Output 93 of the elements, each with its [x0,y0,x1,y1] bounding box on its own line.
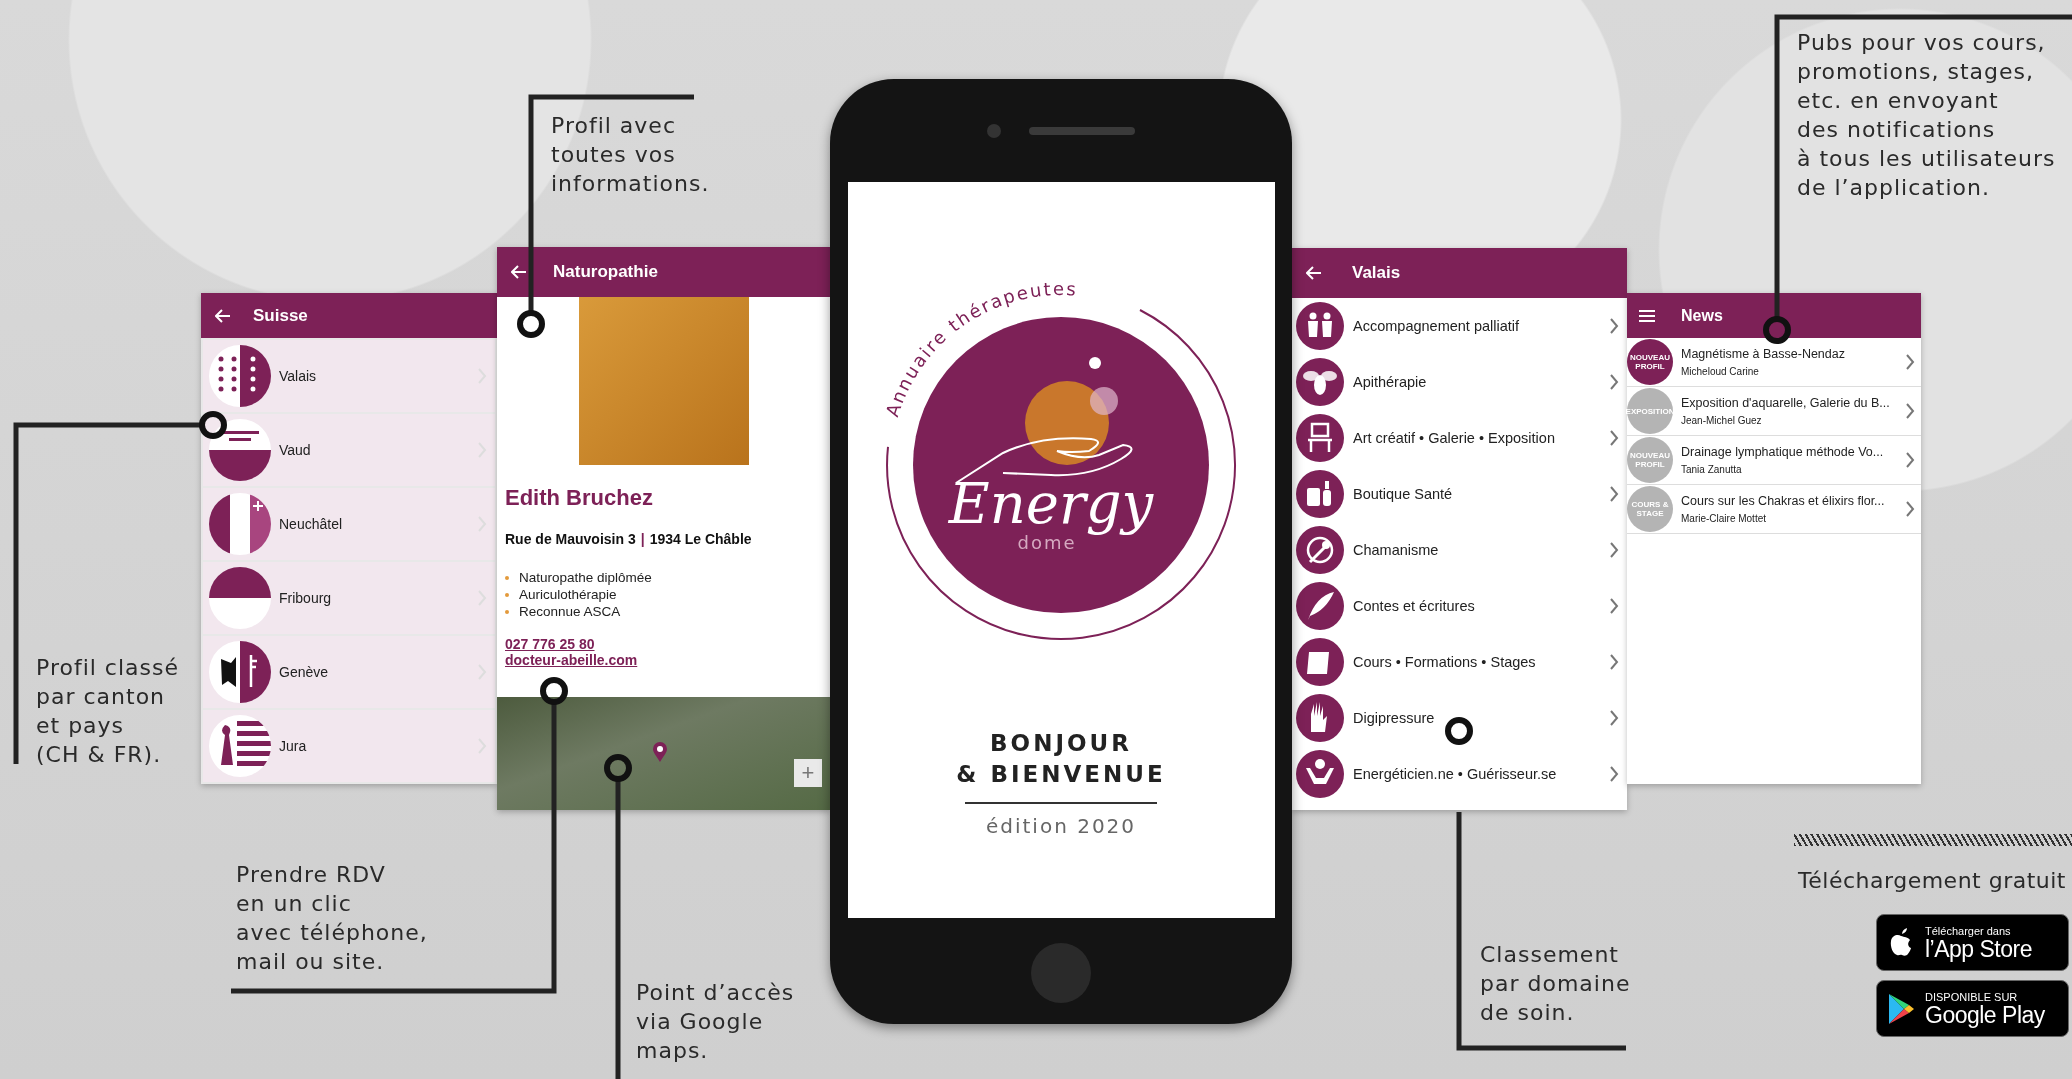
category-list-item[interactable]: Chamanisme [1292,522,1627,578]
news-thumbnail: NOUVEAU PROFIL [1627,437,1673,483]
quill-icon [1296,582,1344,630]
store-badge-button[interactable]: Télécharger dans l’App Store [1876,914,2069,971]
menu-icon[interactable] [1639,309,1655,322]
news-thumbnail: EXPOSITION [1627,388,1673,434]
picture-icon [1296,414,1344,462]
drum-icon [1296,526,1344,574]
chevron-icon [1905,402,1915,420]
welcome-heading: BONJOUR & BIENVENUE [956,729,1166,789]
bee-icon [1296,358,1344,406]
news-thumbnail: NOUVEAU PROFIL [1627,339,1673,385]
news-title: Drainage lymphatique méthode Vo... [1681,445,1885,459]
category-list-item[interactable]: Art créatif • Galerie • Exposition [1292,410,1627,466]
callout-text: Profil classé par canton et pays (CH & FR). [36,654,179,769]
news-list-item[interactable]: NOUVEAU PROFIL Magnétisme à Basse-Nendaz Micheloud Carine [1627,338,1921,387]
news-author: Tania Zanutta [1681,464,1743,475]
canton-list-item[interactable]: Genève [203,636,495,708]
people-icon [1296,302,1344,350]
category-list-item[interactable]: Contes et écritures [1292,578,1627,634]
news-thumbnail: COURS & STAGE [1627,486,1673,532]
back-arrow-icon[interactable] [1306,266,1322,280]
category-list-item[interactable]: Boutique Santé [1292,466,1627,522]
chevron-icon [1609,653,1619,671]
qualification-text: Auriculothérapie [519,586,617,603]
back-arrow-icon[interactable] [511,265,527,279]
separator: | [640,531,645,547]
street-address: Rue de Mauvoisin 3 [505,531,636,547]
news-title: Cours sur les Chakras et élixirs flor... [1681,494,1886,508]
chevron-icon [1905,353,1915,371]
hand-icon [1296,694,1344,742]
chevron-icon [1905,451,1915,469]
flag-icon [209,641,271,703]
book-icon [1296,638,1344,686]
news-author: Jean-Michel Guez [1681,415,1763,426]
qualification-text: Reconnue ASCA [519,603,621,620]
news-list-item[interactable]: NOUVEAU PROFIL Drainage lymphatique méthode Vo... Tania Zanutta [1627,436,1921,485]
category-list-item[interactable]: Cours • Formations • Stages [1292,634,1627,690]
website-link[interactable]: docteur-abeille.com [505,652,638,668]
camera-icon [987,123,1001,138]
canton-list-item[interactable]: Fribourg [203,562,495,634]
category-list-item[interactable]: Energéticien.ne • Guérisseur.se [1292,746,1627,802]
chevron-icon [1609,373,1619,391]
map-pin-icon [652,741,668,763]
chevron-icon [1609,597,1619,615]
chevron-icon [1609,765,1619,783]
bullet-icon [505,609,509,614]
back-arrow-icon[interactable] [215,308,231,323]
category-list-item[interactable]: Apithérapie [1292,354,1627,410]
screen-title: News [1681,306,1723,325]
callout-text: Profil avec toutes vos informations. [551,112,710,198]
canton-list-item[interactable]: Valais [203,340,495,412]
chevron-icon [1609,541,1619,559]
flag-icon [209,567,271,629]
canton-list-item[interactable]: Vaud [203,414,495,486]
callout-text: Pubs pour vos cours, promotions, stages, etc. en envoyant des notifications à tous les utilisateurs de l’application. [1797,29,2056,202]
news-list-item[interactable]: EXPOSITION Exposition d'aquarelle, Galerie du B... Jean-Michel Guez [1627,387,1921,436]
chevron-icon [1905,500,1915,518]
chevron-icon [1609,429,1619,447]
therapist-name: Edith Bruchez [505,485,654,511]
callout-text: Point d’accès via Google maps. [636,979,795,1065]
screen-title: Suisse [253,305,308,326]
chevron-icon [1609,317,1619,335]
flag-icon [209,419,271,481]
news-author: Marie-Claire Mottet [1681,513,1768,524]
bottle-icon [1296,470,1344,518]
download-label: Téléchargement gratuit [1798,868,2066,893]
news-author: Micheloud Carine [1681,366,1760,377]
city-address: 1934 Le Châble [649,531,752,547]
phone-link[interactable]: 027 776 25 80 [505,636,595,652]
play-logo-icon [1887,992,1915,1025]
canton-list-item[interactable]: Jura [203,710,495,782]
zoom-in-button[interactable]: + [794,759,822,787]
callout-text: Classement par domaine de soin. [1480,941,1631,1027]
canton-list-item[interactable]: Neuchâtel [203,488,495,560]
news-title: Magnétisme à Basse-Nendaz [1681,347,1846,361]
hands-icon [1296,750,1344,798]
edition-text: édition 2020 [985,814,1137,838]
chevron-icon [1609,709,1619,727]
category-list-item[interactable]: Digipressure [1292,690,1627,746]
category-list-item[interactable]: Accompagnement palliatif [1292,298,1627,354]
flag-icon [209,493,271,555]
screen-title: Valais [1352,263,1401,283]
news-title: Exposition d'aquarelle, Galerie du B... [1681,396,1891,410]
bullet-icon [505,575,509,580]
store-badge-button[interactable]: DISPONIBLE SUR Google Play [1876,980,2069,1037]
flag-icon [209,345,271,407]
screen-title: Naturopathie [553,262,658,282]
news-list-item[interactable]: COURS & STAGE Cours sur les Chakras et élixirs flor... Marie-Claire Mottet [1627,485,1921,534]
qualification-text: Naturopathe diplômée [519,569,652,586]
bullet-icon [505,592,509,597]
chevron-icon [1609,485,1619,503]
callout-text: Prendre RDV en un clic avec téléphone, mail ou site. [236,861,428,976]
